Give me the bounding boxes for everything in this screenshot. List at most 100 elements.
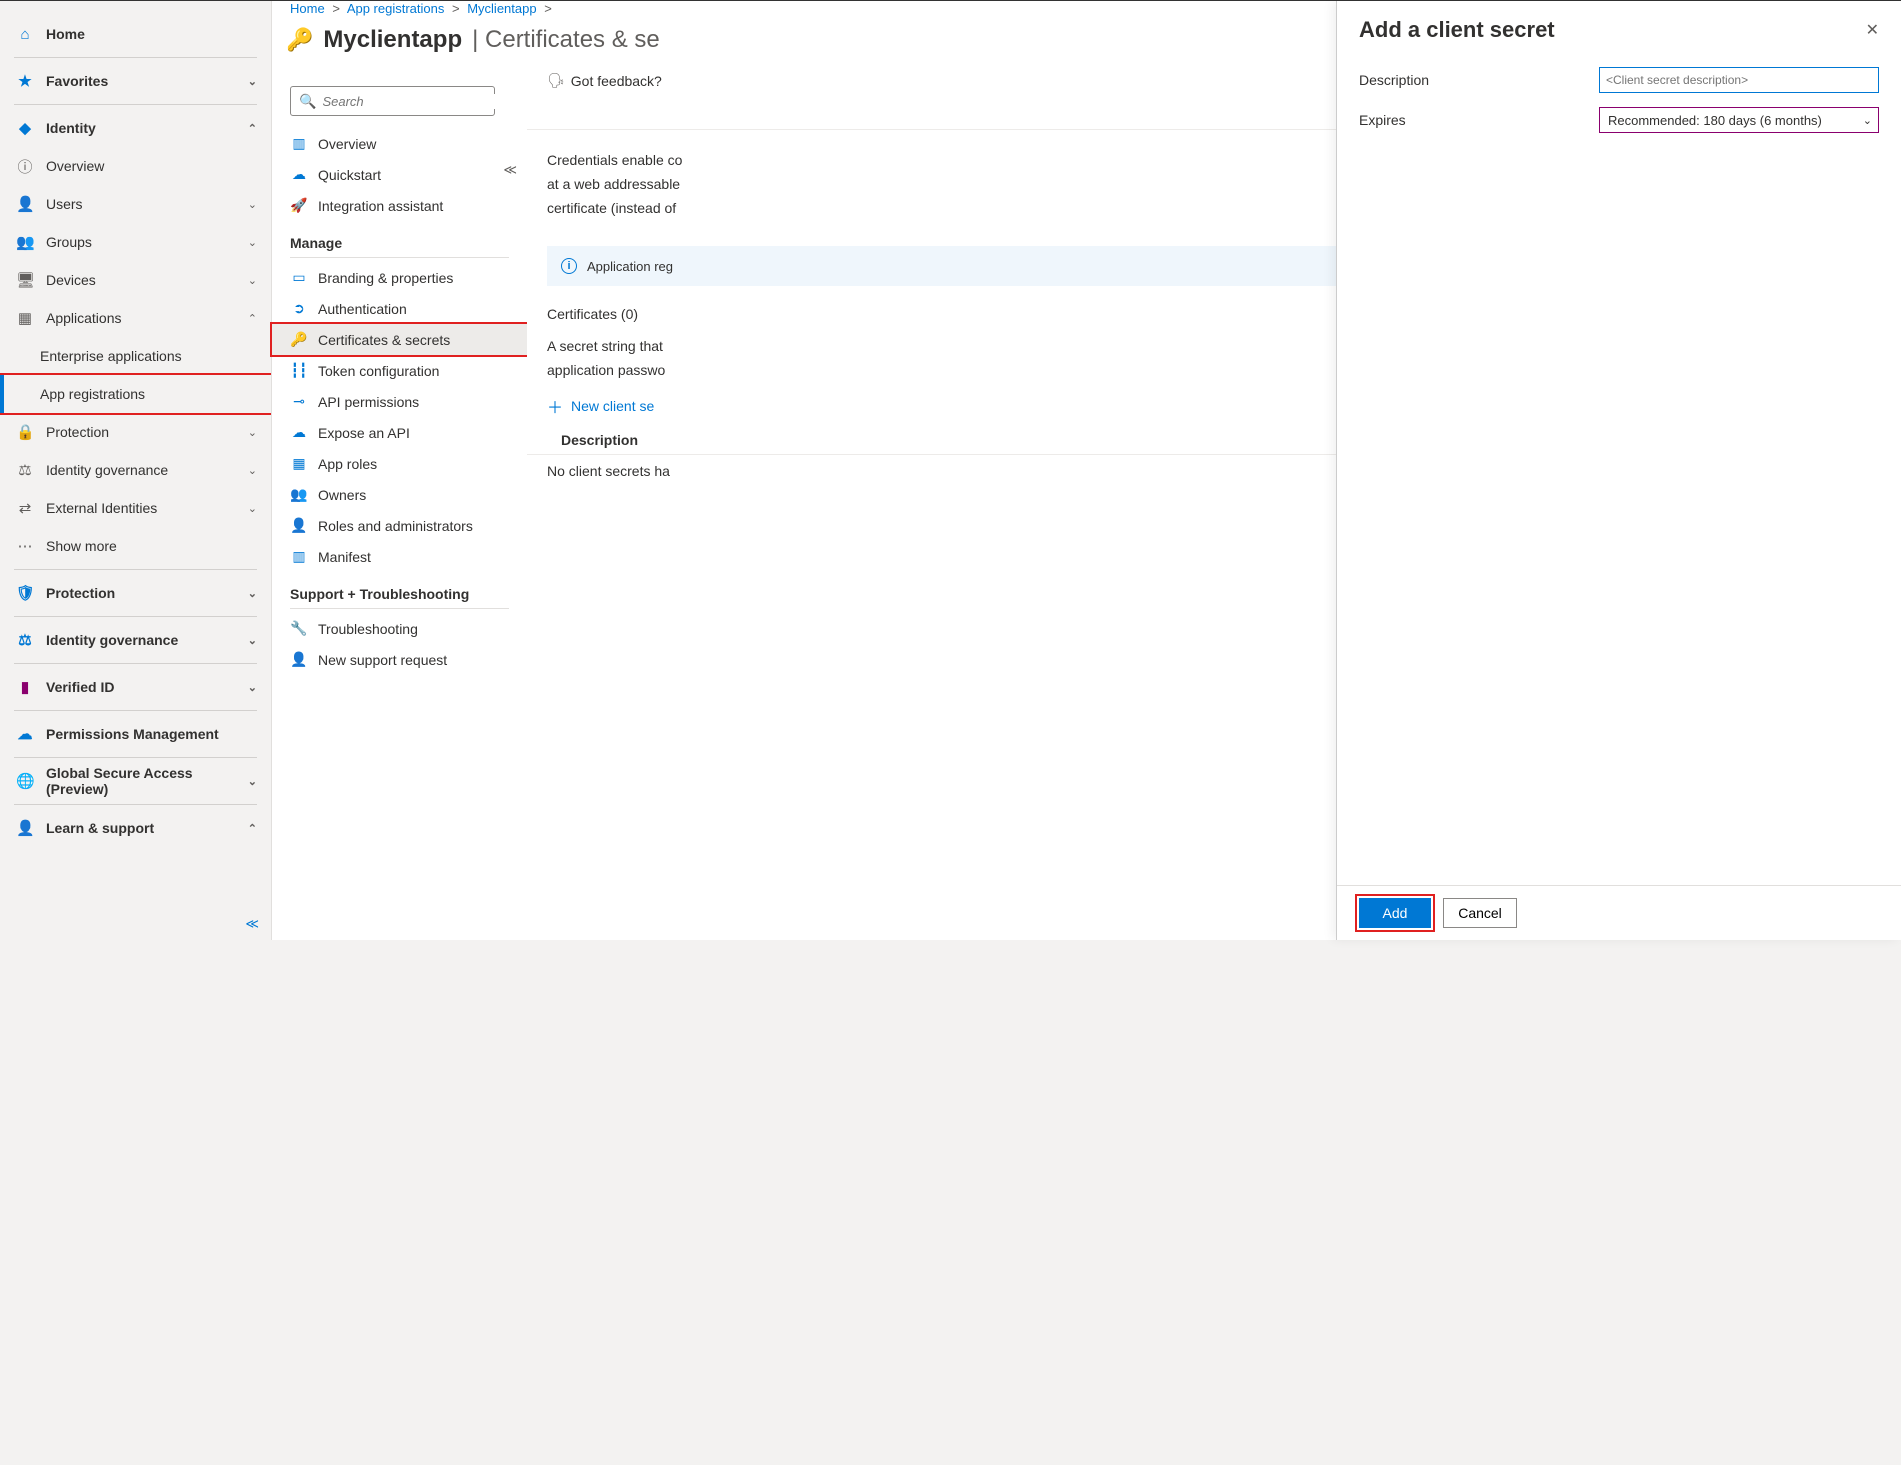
collapse-leftnav-button[interactable]: ≪ (245, 916, 259, 932)
breadcrumb-sep: > (328, 1, 344, 16)
label: External Identities (46, 500, 157, 516)
snav-overview[interactable]: ▥Overview (272, 128, 527, 159)
chevron-up-icon: ⌃ (248, 122, 257, 135)
label: Authentication (318, 301, 407, 317)
nav-protection[interactable]: 🛡 Protection ⌄ (0, 574, 271, 612)
snav-troubleshoot[interactable]: 🔧Troubleshooting (272, 613, 527, 644)
globe-icon: 🌐 (16, 772, 34, 790)
nav-identity-protection[interactable]: 🔒 Protection ⌄ (0, 413, 271, 451)
chevron-down-icon: ⌄ (1863, 114, 1872, 127)
label: Applications (46, 310, 122, 326)
nav-identity-overview[interactable]: ⓘ Overview (0, 147, 271, 185)
label: Certificates & secrets (318, 332, 450, 348)
people-icon: 👥 (16, 233, 34, 251)
chevron-down-icon: ⌄ (248, 681, 257, 694)
nav-learn-support[interactable]: 👤 Learn & support ⌃ (0, 809, 271, 847)
page-title: Myclientapp (323, 26, 462, 54)
label: API permissions (318, 394, 419, 410)
nav-verified-id[interactable]: ▮ Verified ID ⌄ (0, 668, 271, 706)
nav-perms-mgmt[interactable]: ☁ Permissions Management (0, 715, 271, 753)
snav-manifest[interactable]: ▥Manifest (272, 541, 527, 572)
home-icon: ⌂ (16, 26, 34, 43)
snav-owners[interactable]: 👥 Owners (272, 479, 527, 510)
feedback-icon: 🗣 (547, 72, 565, 89)
governance-icon: ⚖ (16, 631, 34, 649)
search-icon: 🔍 (299, 93, 316, 110)
label: Global Secure Access (Preview) (46, 765, 236, 797)
search-input[interactable] (322, 94, 500, 109)
nav-home[interactable]: ⌂ Home (0, 15, 271, 53)
expires-select[interactable]: Recommended: 180 days (6 months) ⌄ (1599, 107, 1879, 133)
breadcrumb-sep: > (540, 1, 556, 16)
breadcrumb-home[interactable]: Home (290, 1, 325, 16)
close-icon[interactable]: ✕ (1866, 20, 1879, 40)
page-title-section: | Certificates & se (472, 26, 660, 54)
more-icon: ⋯ (16, 537, 34, 555)
nav-enterprise-apps[interactable]: Enterprise applications (0, 337, 271, 375)
collapse-secondnav-button[interactable]: ≪ (503, 162, 517, 178)
snav-roles-admins[interactable]: 👤Roles and administrators (272, 510, 527, 541)
expires-label: Expires (1359, 112, 1599, 128)
lock-icon: 🔒 (16, 423, 34, 441)
chevron-down-icon: ⌄ (248, 198, 257, 211)
rocket-icon: 🚀 (290, 197, 308, 214)
nav-app-registrations[interactable]: App registrations (0, 375, 271, 413)
label: Troubleshooting (318, 621, 418, 637)
nav-identity-governance[interactable]: ⚖ Identity governance ⌄ (0, 451, 271, 489)
overview-icon: ▥ (290, 135, 308, 152)
label: Devices (46, 272, 96, 288)
label: Users (46, 196, 83, 212)
snav-new-support[interactable]: 👤New support request (272, 644, 527, 675)
devices-icon: 🖥 (16, 271, 34, 289)
branding-icon: ▭ (290, 269, 308, 286)
nav-external-identities[interactable]: ⇄ External Identities ⌄ (0, 489, 271, 527)
snav-auth[interactable]: ➲Authentication (272, 293, 527, 324)
label: Integration assistant (318, 198, 443, 214)
plus-icon: ＋ (547, 394, 563, 418)
nav-show-more[interactable]: ⋯ Show more (0, 527, 271, 565)
breadcrumb-app[interactable]: Myclientapp (467, 1, 536, 16)
chevron-down-icon: ⌄ (248, 274, 257, 287)
nav-home-label: Home (46, 26, 85, 42)
owners-icon: 👥 (290, 486, 308, 503)
label: Branding & properties (318, 270, 453, 286)
snav-certs-secrets[interactable]: 🔑Certificates & secrets (272, 324, 527, 355)
label: Enterprise applications (40, 348, 182, 364)
snav-branding[interactable]: ▭ Branding & properties (272, 262, 527, 293)
nav-identity-devices[interactable]: 🖥 Devices ⌄ (0, 261, 271, 299)
chevron-down-icon: ⌄ (248, 464, 257, 477)
description-input[interactable] (1599, 67, 1879, 93)
nav-global-secure-access[interactable]: 🌐 Global Secure Access (Preview) ⌄ (0, 762, 271, 800)
snav-api-perms[interactable]: ⊸API permissions (272, 386, 527, 417)
cancel-button[interactable]: Cancel (1443, 898, 1517, 928)
add-button[interactable]: Add (1359, 898, 1431, 928)
label: Quickstart (318, 167, 381, 183)
chevron-down-icon: ⌄ (248, 426, 257, 439)
cloud-icon: ☁ (290, 166, 308, 183)
breadcrumb-appregs[interactable]: App registrations (347, 1, 445, 16)
manifest-icon: ▥ (290, 548, 308, 565)
chevron-up-icon: ⌃ (248, 312, 257, 325)
grid-icon: ▦ (16, 309, 34, 327)
snav-token[interactable]: ┇┇Token configuration (272, 355, 527, 386)
nav-favorites[interactable]: ★ Favorites ⌄ (0, 62, 271, 100)
label: Identity governance (46, 632, 178, 648)
snav-quickstart[interactable]: ☁ Quickstart (272, 159, 527, 190)
nav-id-governance[interactable]: ⚖ Identity governance ⌄ (0, 621, 271, 659)
snav-app-roles[interactable]: ▦App roles (272, 448, 527, 479)
search-box[interactable]: 🔍 (290, 86, 495, 116)
nav-identity-applications[interactable]: ▦ Applications ⌃ (0, 299, 271, 337)
nav-identity-groups[interactable]: 👥 Groups ⌄ (0, 223, 271, 261)
label: Identity governance (46, 462, 168, 478)
label: Owners (318, 487, 366, 503)
external-icon: ⇄ (16, 499, 34, 517)
snav-support-head: Support + Troubleshooting (290, 576, 509, 609)
label: Expose an API (318, 425, 410, 441)
nav-identity[interactable]: ◆ Identity ⌃ (0, 109, 271, 147)
label: Got feedback? (571, 73, 662, 89)
snav-integration[interactable]: 🚀 Integration assistant (272, 190, 527, 221)
chevron-down-icon: ⌄ (248, 502, 257, 515)
snav-expose[interactable]: ☁Expose an API (272, 417, 527, 448)
label: Show more (46, 538, 117, 554)
nav-identity-users[interactable]: 👤 Users ⌄ (0, 185, 271, 223)
